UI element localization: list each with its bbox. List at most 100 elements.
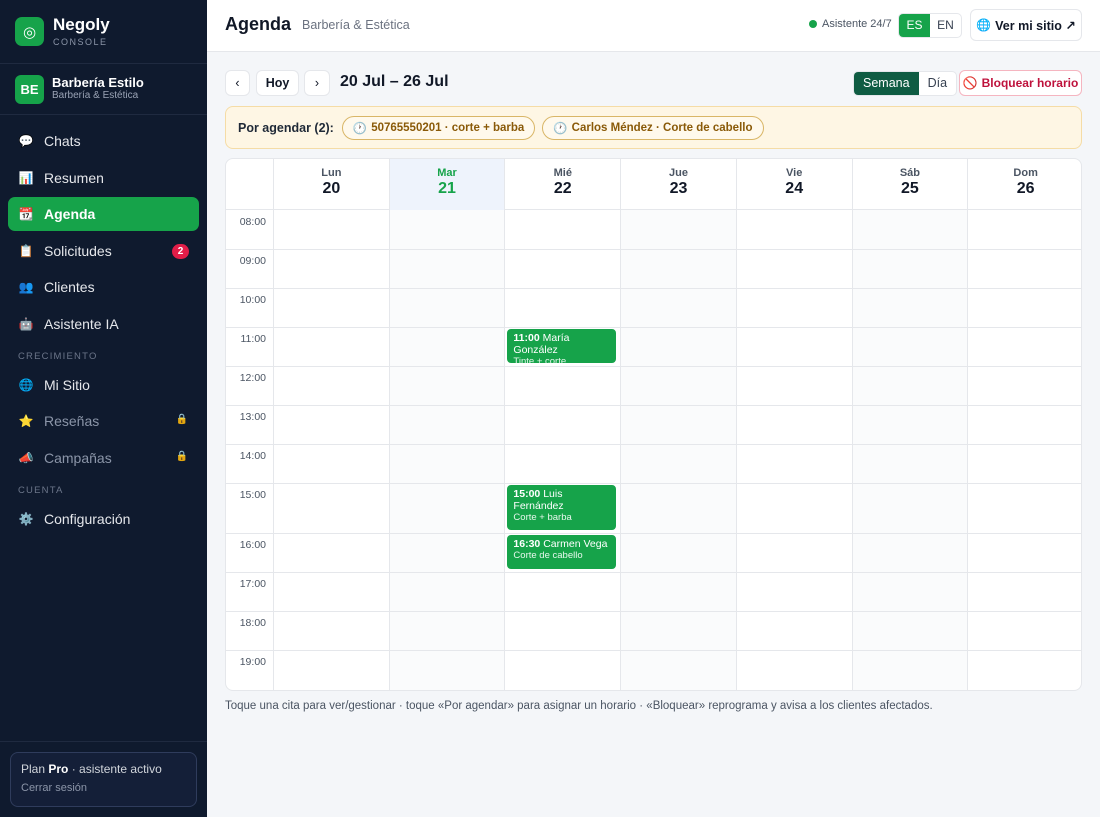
day-number: 22 (553, 180, 572, 197)
pending-chip-label: Carlos Méndez · Corte de cabello (571, 121, 753, 134)
view-day-button[interactable]: Día (919, 72, 956, 95)
prev-week-button[interactable]: ‹ (225, 70, 250, 96)
sidebar-nav: 💬 Chats 📊 Resumen 📆 Agenda 📋 Solicitudes 2 👥 Clien… (0, 115, 207, 536)
column-divider (273, 210, 274, 690)
day-header[interactable]: Mié 22 (504, 159, 620, 210)
appointment-card[interactable]: 11:00 María González Tinte + corte (507, 329, 617, 363)
time-label: 16:00 (239, 539, 266, 551)
day-column (851, 210, 968, 690)
day-header[interactable]: Lun 20 (273, 159, 389, 210)
day-header[interactable]: Vie 24 (735, 159, 852, 210)
appointment-service: Tinte + corte (513, 356, 567, 363)
day-header[interactable]: Mar 21 (388, 159, 505, 210)
calendar-icon: 📆 (18, 207, 34, 221)
pending-banner: Por agendar (2): 🕐 50765550201 · corte +… (225, 106, 1082, 149)
sidebar-item-campañas[interactable]: 📣 Campañas 🔒 (8, 441, 199, 475)
sidebar-item-agenda[interactable]: 📆 Agenda (8, 197, 199, 231)
sidebar-divider (0, 741, 207, 742)
calendar-header: Lun 20 Mar 21 Mié 22 Jue 23 Vie 24 Sáb 25 Dom 26 (226, 159, 1081, 210)
hour-divider (226, 533, 1081, 534)
hour-divider (226, 366, 1081, 367)
hour-divider (226, 483, 1081, 484)
brand-sub: CONSOLE (53, 37, 108, 47)
assistant-status: Asistente 24/7 (809, 18, 892, 30)
status-dot-icon (809, 20, 817, 28)
sidebar-item-label: Chats (44, 133, 81, 149)
pending-chip-label: 50765550201 · corte + barba (371, 121, 525, 134)
sidebar-item-asistente-ia[interactable]: 🤖 Asistente IA (8, 307, 199, 341)
today-button[interactable]: Hoy (256, 70, 299, 96)
day-name: Jue (669, 167, 688, 179)
sidebar-section-title: CRECIMIENTO (18, 350, 98, 362)
lang-en-button[interactable]: EN (930, 14, 961, 37)
pending-chip[interactable]: 🕐 Carlos Méndez · Corte de cabello (542, 115, 764, 140)
day-header[interactable]: Sáb 25 (851, 159, 968, 210)
hour-divider (226, 444, 1081, 445)
sidebar-item-solicitudes[interactable]: 📋 Solicitudes 2 (8, 234, 199, 268)
time-label: 08:00 (239, 216, 266, 228)
column-divider (967, 210, 969, 690)
sidebar-item-mi-sitio[interactable]: 🌐 Mi Sitio (8, 368, 199, 402)
clock-icon: 🕐 (553, 122, 568, 135)
block-schedule-label: Bloquear horario (981, 76, 1079, 90)
sidebar-section-title: CUENTA (18, 484, 64, 496)
sidebar-item-label: Clientes (44, 279, 95, 295)
day-number: 24 (785, 180, 804, 197)
sidebar-item-label: Mi Sitio (44, 376, 90, 393)
day-header[interactable]: Jue 23 (620, 159, 736, 210)
target-icon: ◎ (15, 17, 44, 46)
next-week-button[interactable]: › (304, 70, 330, 96)
view-week-button[interactable]: Semana (854, 72, 919, 95)
pending-chip[interactable]: 🕐 50765550201 · corte + barba (341, 115, 536, 140)
language-toggle: ES EN (898, 13, 962, 38)
block-schedule-button[interactable]: 🚫 Bloquear horario (959, 70, 1082, 96)
sidebar-item-configuración[interactable]: ⚙️ Configuración (8, 502, 199, 536)
date-range: 20 Jul – 26 Jul (340, 73, 449, 90)
sidebar-item-label: Asistente IA (44, 315, 119, 332)
time-label: 12:00 (239, 372, 266, 384)
hour-divider (226, 611, 1081, 612)
day-header[interactable]: Dom 26 (967, 159, 1081, 210)
appointment-card[interactable]: 16:30 Carmen Vega Corte de cabello (507, 535, 617, 569)
gear-icon: ⚙️ (18, 511, 34, 526)
business-category: Barbería & Estética (52, 90, 139, 101)
appointment-service: Corte + barba (513, 512, 572, 523)
hour-divider (226, 327, 1081, 328)
globe-icon: 🌐 (18, 377, 34, 392)
lock-icon: 🔒 (175, 414, 188, 425)
megaphone-icon: 📣 (18, 450, 34, 465)
chart-icon: 📊 (18, 170, 34, 185)
lock-icon: 🔒 (175, 450, 188, 462)
sidebar-item-clientes[interactable]: 👥 Clientes (8, 270, 199, 304)
week-calendar: Lun 20 Mar 21 Mié 22 Jue 23 Vie 24 Sáb 25 Dom 26 08:0… (225, 158, 1082, 691)
globe-icon: 🌐 (976, 18, 992, 32)
sidebar-item-label: Agenda (44, 206, 96, 222)
logout-link[interactable]: Cerrar sesión (21, 782, 186, 794)
sidebar-item-resumen[interactable]: 📊 Resumen (8, 161, 199, 195)
business-switcher[interactable]: BE Barbería Estilo Barbería & Estética (0, 64, 207, 115)
sidebar-item-label: Solicitudes (44, 242, 112, 259)
time-label: 10:00 (239, 294, 266, 306)
sidebar-item-chats[interactable]: 💬 Chats (8, 124, 199, 158)
hour-divider (226, 288, 1081, 289)
day-name: Lun (321, 167, 342, 179)
clipboard-icon: 📋 (18, 243, 34, 258)
view-toggle: Semana Día (853, 71, 958, 96)
page-title: Agenda (225, 14, 292, 34)
view-site-label: Ver mi sitio ↗ (995, 18, 1076, 33)
sidebar-item-reseñas[interactable]: ⭐ Reseñas 🔒 (8, 404, 199, 438)
view-site-button[interactable]: 🌐 Ver mi sitio ↗ (970, 9, 1082, 41)
business-name: Barbería Estilo (52, 75, 144, 90)
hour-divider (226, 405, 1081, 406)
day-number: 21 (438, 180, 456, 197)
star-icon: ⭐ (18, 414, 34, 428)
sidebar-item-label: Configuración (44, 510, 131, 527)
day-name: Mar (437, 167, 457, 179)
time-label: 09:00 (239, 255, 266, 267)
lang-es-button[interactable]: ES (899, 14, 930, 37)
day-number: 25 (901, 180, 919, 197)
day-column (388, 210, 505, 690)
hour-divider (226, 650, 1081, 651)
day-number: 26 (1016, 180, 1035, 197)
appointment-card[interactable]: 15:00 Luis Fernández Corte + barba (507, 485, 617, 530)
